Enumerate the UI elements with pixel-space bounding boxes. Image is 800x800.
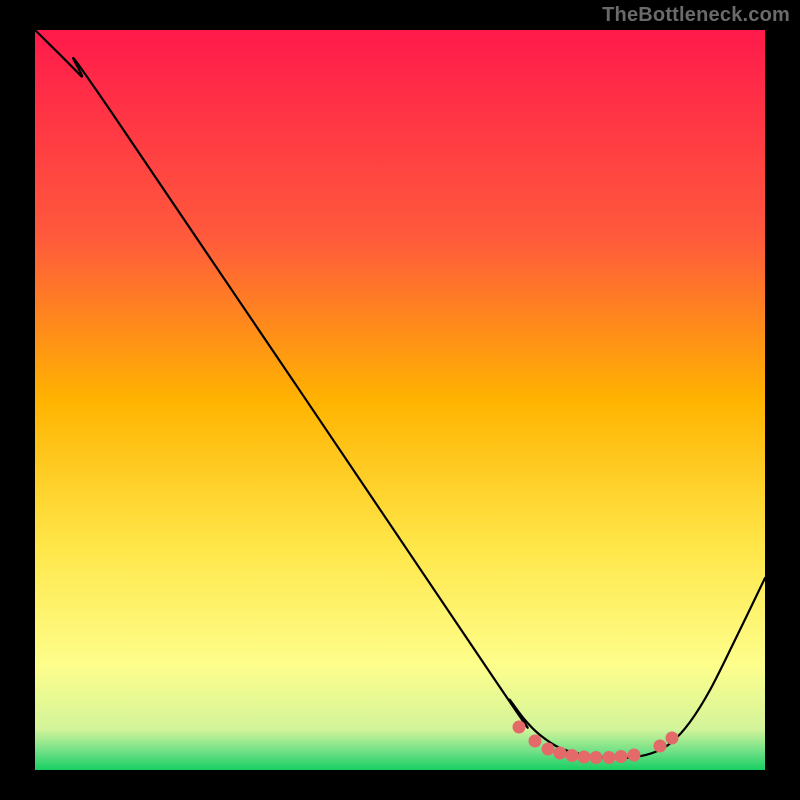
marker-dot <box>654 740 667 753</box>
marker-dot <box>566 749 579 762</box>
watermark-text: TheBottleneck.com <box>602 4 790 27</box>
marker-dot <box>542 743 555 756</box>
chart-frame: TheBottleneck.com <box>0 0 800 800</box>
marker-dot <box>603 751 616 764</box>
marker-dot <box>628 749 641 762</box>
marker-dot <box>590 751 603 764</box>
marker-dot <box>578 751 591 764</box>
gradient-plot-area <box>35 30 765 770</box>
marker-dot <box>529 735 542 748</box>
marker-dot <box>554 747 567 760</box>
chart-svg <box>0 0 800 800</box>
marker-dot <box>615 750 628 763</box>
marker-dot <box>513 721 526 734</box>
marker-dot <box>666 732 679 745</box>
